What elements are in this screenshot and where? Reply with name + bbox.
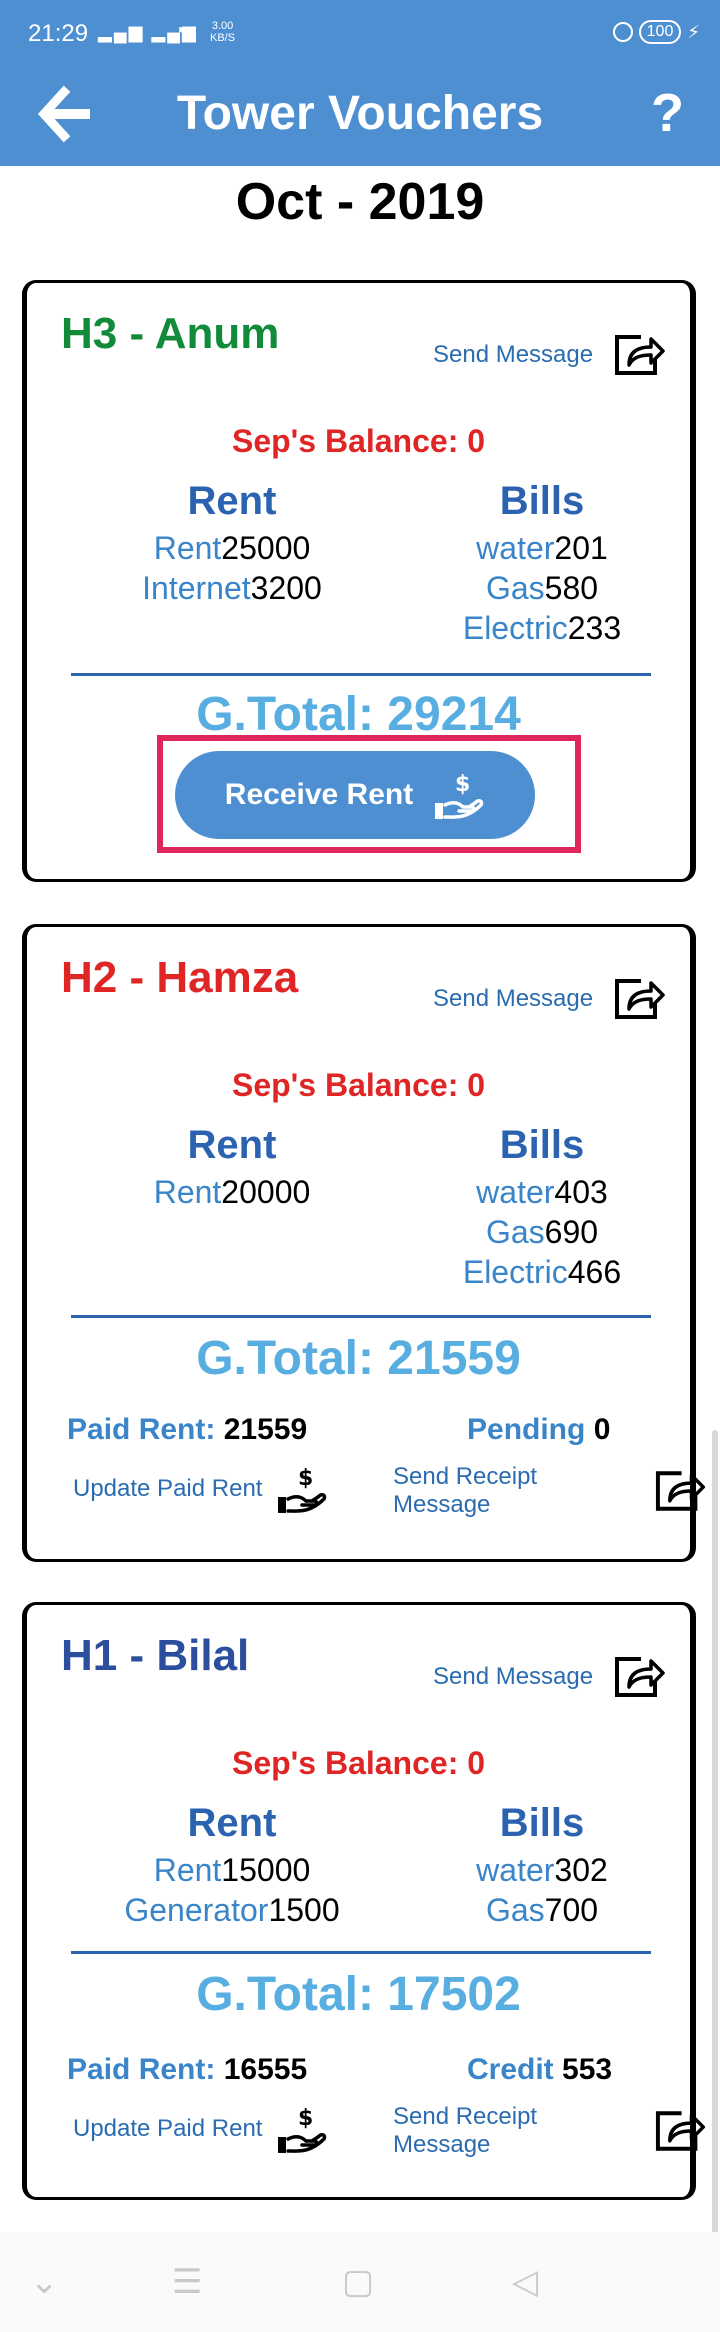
paid-rent-value: 21559	[223, 1413, 308, 1446]
share-icon[interactable]	[611, 1653, 667, 1701]
share-icon[interactable]	[652, 2107, 707, 2155]
chevron-down-icon[interactable]: ⌄	[30, 2262, 59, 2302]
pending-label: Pending	[467, 1413, 586, 1446]
divider	[71, 1315, 651, 1318]
bills-column: Bills water201 Gas580 Electric233	[377, 479, 707, 648]
share-icon[interactable]	[652, 1467, 707, 1515]
tenant-name: H1 - Bilal	[61, 1631, 250, 1680]
rent-header: Rent	[187, 1123, 277, 1167]
bill-item: Electric233	[462, 610, 622, 646]
grand-total: G.Total: 17502	[196, 1968, 521, 2021]
tenant-name: H3 - Anum	[61, 309, 280, 358]
send-receipt-message-button[interactable]: Send Receipt Message	[393, 1463, 707, 1519]
bills-header: Bills	[499, 479, 585, 523]
network-speed: 3.00 KB/S	[210, 20, 236, 44]
previous-balance: Sep's Balance: 0	[231, 1067, 486, 1103]
update-paid-rent-button[interactable]: Update Paid Rent $	[73, 1463, 328, 1515]
previous-balance: Sep's Balance: 0	[231, 423, 486, 459]
svg-text:$: $	[455, 772, 470, 797]
app-bar: Tower Vouchers ?	[0, 64, 720, 166]
send-receipt-message-button[interactable]: Send Receipt Message	[393, 2103, 707, 2159]
app-title: Tower Vouchers	[176, 87, 544, 140]
voucher-card-h1: H1 - Bilal Send Message Sep's Balance: 0…	[22, 1602, 705, 2200]
rent-column: Rent Rent15000 Generator1500	[67, 1801, 397, 1930]
charging-icon: ⚡	[687, 21, 700, 42]
eye-comfort-icon	[612, 22, 633, 42]
rent-item: Rent20000	[153, 1174, 311, 1210]
wifi-icon: ◔	[172, 18, 187, 45]
grand-total: G.Total: 29214	[196, 688, 521, 741]
bills-column: Bills water302 Gas700	[377, 1801, 707, 1930]
month-title: Oct - 2019	[235, 173, 485, 231]
rent-item: Generator1500	[124, 1892, 340, 1928]
system-nav-bar: ⌄ ☰ ▢ ◁	[0, 2232, 720, 2332]
bill-item: water302	[476, 1852, 608, 1888]
receive-rent-label: Receive Rent	[224, 778, 414, 811]
menu-icon[interactable]: ☰	[172, 2262, 202, 2302]
divider	[71, 673, 651, 676]
send-message-label: Send Message	[433, 1663, 594, 1690]
rent-column: Rent Rent25000 Internet3200	[67, 479, 397, 608]
help-icon[interactable]: ?	[651, 82, 684, 144]
bills-column: Bills water403 Gas690 Electric466	[377, 1123, 707, 1292]
scrollbar[interactable]	[712, 1430, 718, 2240]
rent-header: Rent	[187, 1801, 277, 1845]
grand-total: G.Total: 21559	[196, 1332, 521, 1385]
bill-item: Electric466	[462, 1254, 622, 1290]
paid-rent-label: Paid Rent:	[67, 1413, 216, 1446]
send-message-button[interactable]: Send Message	[433, 1653, 667, 1701]
previous-balance: Sep's Balance: 0	[231, 1745, 486, 1781]
send-message-label: Send Message	[433, 341, 594, 368]
status-time: 21:29	[28, 20, 89, 47]
rent-item: Rent15000	[153, 1852, 311, 1888]
svg-text:$: $	[298, 2106, 313, 2131]
status-bar: 21:29 ▂▄▆ ▂▄▆ ◔ 3.00 KB/S 100 ⚡	[0, 0, 720, 64]
hand-dollar-icon: $	[435, 772, 484, 819]
voucher-card-h3: H3 - Anum Send Message Sep's Balance: 0 …	[22, 280, 696, 882]
pending-value: 0	[593, 1413, 611, 1446]
credit-label: Credit	[467, 2053, 554, 2086]
rent-item: Internet3200	[142, 570, 322, 606]
back-icon[interactable]: ◁	[512, 2262, 538, 2302]
bills-header: Bills	[499, 1123, 585, 1167]
rent-item: Rent25000	[153, 530, 311, 566]
tenant-name: H2 - Hamza	[61, 953, 299, 1002]
paid-rent-label: Paid Rent:	[67, 2053, 216, 2086]
bill-item: water403	[476, 1174, 608, 1210]
bill-item: Gas700	[485, 1892, 599, 1928]
share-icon[interactable]	[611, 975, 667, 1023]
paid-rent-value: 16555	[223, 2053, 308, 2086]
hand-dollar-icon: $	[278, 2106, 327, 2153]
rent-column: Rent Rent20000	[67, 1123, 397, 1212]
hand-dollar-icon: $	[278, 1466, 327, 1513]
highlight-frame: Receive Rent $	[157, 735, 581, 853]
send-message-button[interactable]: Send Message	[433, 331, 667, 379]
update-paid-rent-button[interactable]: Update Paid Rent $	[73, 2103, 328, 2155]
voucher-card-h2: H2 - Hamza Send Message Sep's Balance: 0…	[22, 924, 705, 1562]
rent-header: Rent	[187, 479, 277, 523]
credit-value: 553	[562, 2053, 613, 2086]
battery-indicator: 100	[638, 20, 682, 44]
svg-text:$: $	[298, 1466, 313, 1491]
bills-header: Bills	[499, 1801, 585, 1845]
send-message-button[interactable]: Send Message	[433, 975, 667, 1023]
bill-item: Gas690	[485, 1214, 599, 1250]
bill-item: Gas580	[485, 570, 599, 606]
send-message-label: Send Message	[433, 985, 594, 1012]
divider	[71, 1951, 651, 1954]
share-icon[interactable]	[611, 331, 667, 379]
receive-rent-button[interactable]: Receive Rent $	[175, 751, 535, 839]
home-icon[interactable]: ▢	[342, 2262, 374, 2302]
bill-item: water201	[476, 530, 608, 566]
